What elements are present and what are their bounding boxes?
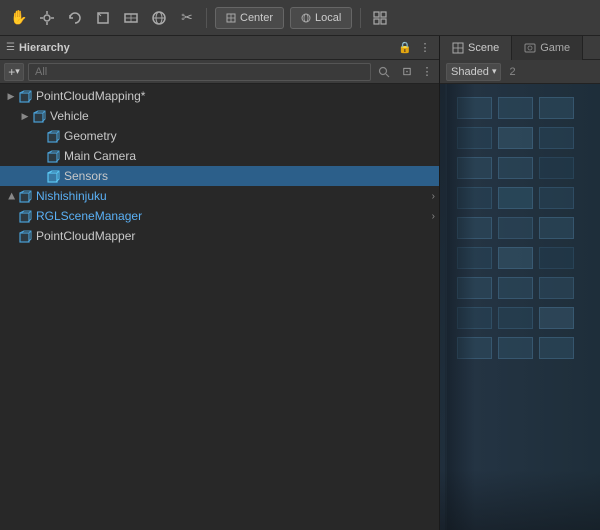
- tree-item-main-camera[interactable]: Main Camera: [0, 146, 439, 166]
- shaded-extra: 2: [509, 66, 515, 78]
- tree-label-sensors: Sensors: [64, 169, 108, 183]
- scene-game-tabs: Scene Game: [440, 36, 600, 60]
- tree-item-pointcloudmapping[interactable]: ▶ PointCloudMapping*: [0, 86, 439, 106]
- arrow-nishishinjuku[interactable]: ▶: [1, 189, 21, 203]
- hand-tool-icon[interactable]: ✋: [8, 7, 30, 29]
- scene-viewport[interactable]: [440, 84, 600, 530]
- hierarchy-header-icon: ☰: [6, 42, 15, 53]
- arrow-vehicle[interactable]: ▶: [18, 106, 32, 126]
- cube-icon-sensors: [46, 169, 60, 183]
- hierarchy-title: Hierarchy: [19, 42, 393, 54]
- cube-icon-rglscenemanager: [18, 209, 32, 223]
- chevron-right-rglscenemanager: ›: [432, 211, 435, 222]
- tree-label-geometry: Geometry: [64, 129, 117, 143]
- window-row-8: [457, 307, 592, 329]
- right-panel: Scene Game Shaded ▾ 2: [440, 36, 600, 530]
- hierarchy-header: ☰ Hierarchy 🔒 ⋮: [0, 36, 439, 60]
- tree-label-main-camera: Main Camera: [64, 149, 136, 163]
- cube-icon-pointcloudmapper: [18, 229, 32, 243]
- nishishinjuku-expand: ›: [432, 191, 435, 202]
- search-bar: + ▾ ⊡ ⋮: [0, 60, 439, 84]
- tree-item-geometry[interactable]: Geometry: [0, 126, 439, 146]
- center-label: Center: [240, 12, 273, 24]
- center-button[interactable]: Center: [215, 7, 284, 29]
- tree-item-vehicle[interactable]: ▶ Vehicle: [0, 106, 439, 126]
- tree-item-sensors[interactable]: Sensors: [0, 166, 439, 186]
- toolbar-divider-2: [360, 8, 361, 28]
- window-row-3: [457, 157, 592, 179]
- cube-icon-geometry: [46, 129, 60, 143]
- window-grid: [457, 89, 592, 530]
- hierarchy-panel: ☰ Hierarchy 🔒 ⋮ + ▾ ⊡ ⋮: [0, 36, 440, 530]
- cube-icon-pointcloudmapping: [18, 89, 32, 103]
- shaded-label: Shaded: [451, 66, 489, 78]
- window-row-6: [457, 247, 592, 269]
- rect-tool-icon[interactable]: [120, 7, 142, 29]
- window-row-1: [457, 97, 592, 119]
- shaded-dropdown[interactable]: Shaded ▾: [446, 63, 501, 81]
- shaded-bar: Shaded ▾ 2: [440, 60, 600, 84]
- local-label: Local: [315, 12, 341, 24]
- rotate-tool-icon[interactable]: [64, 7, 86, 29]
- building-facade: [440, 84, 600, 530]
- tree-item-rglscenemanager[interactable]: RGLSceneManager ›: [0, 206, 439, 226]
- tree-item-nishishinjuku[interactable]: ▶ Nishishinjuku ›: [0, 186, 439, 206]
- cube-icon-vehicle: [32, 109, 46, 123]
- tree-label-vehicle: Vehicle: [50, 109, 89, 123]
- local-button[interactable]: Local: [290, 7, 352, 29]
- toolbar-divider-1: [206, 8, 207, 28]
- scale-tool-icon[interactable]: [92, 7, 114, 29]
- scissors-tool-icon[interactable]: ✂: [176, 7, 198, 29]
- tree-label-rglscenemanager: RGLSceneManager: [36, 209, 142, 223]
- more-options-icon[interactable]: ⋮: [417, 40, 433, 56]
- tree-item-pointcloudmapper[interactable]: PointCloudMapper: [0, 226, 439, 246]
- rglscenemanager-expand: ›: [432, 211, 435, 222]
- window-row-5: [457, 217, 592, 239]
- move-tool-icon[interactable]: [36, 7, 58, 29]
- tree-label-nishishinjuku: Nishishinjuku: [36, 189, 107, 203]
- main-layout: ☰ Hierarchy 🔒 ⋮ + ▾ ⊡ ⋮: [0, 36, 600, 530]
- toolbar: ✋ ✂: [0, 0, 600, 36]
- building-edge-shadow: [445, 84, 475, 530]
- add-object-button[interactable]: + ▾: [4, 63, 24, 81]
- ground-shadow: [440, 470, 600, 530]
- window-row-4: [457, 187, 592, 209]
- tab-game[interactable]: Game: [512, 36, 583, 60]
- chevron-right-nishishinjuku: ›: [432, 191, 435, 202]
- search-input[interactable]: [28, 63, 371, 81]
- tab-game-label: Game: [540, 42, 570, 54]
- cube-icon-main-camera: [46, 149, 60, 163]
- search-more-icon[interactable]: ⋮: [419, 64, 435, 80]
- panel-header-actions: 🔒 ⋮: [397, 40, 433, 56]
- building-grid-container: [445, 84, 600, 530]
- search-icon[interactable]: [375, 63, 393, 81]
- tree-label-pointcloudmapper: PointCloudMapper: [36, 229, 135, 243]
- tree-view: ▶ PointCloudMapping* ▶: [0, 84, 439, 530]
- tab-scene-label: Scene: [468, 42, 499, 54]
- window-row-2: [457, 127, 592, 149]
- tree-label-pointcloudmapping: PointCloudMapping*: [36, 89, 145, 103]
- window-row-7: [457, 277, 592, 299]
- arrow-pointcloudmapping[interactable]: ▶: [4, 86, 18, 106]
- shaded-dropdown-arrow: ▾: [492, 66, 497, 77]
- search-expand-icon[interactable]: ⊡: [399, 64, 415, 80]
- window-row-9: [457, 337, 592, 359]
- lock-icon[interactable]: 🔒: [397, 40, 413, 56]
- globe-tool-icon[interactable]: [148, 7, 170, 29]
- layout-icon[interactable]: [369, 7, 391, 29]
- tab-scene[interactable]: Scene: [440, 36, 512, 60]
